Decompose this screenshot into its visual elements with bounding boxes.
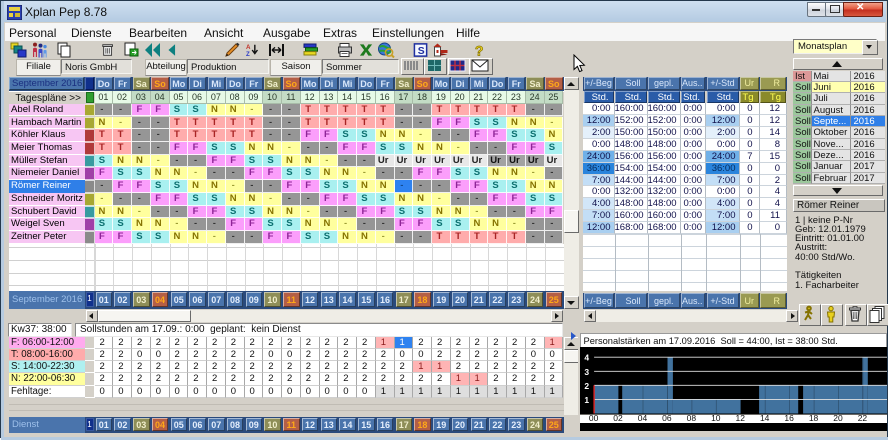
svg-text:2: 2 [584,381,589,391]
svg-text:Z: Z [246,51,250,58]
svg-text:3: 3 [584,367,589,377]
svg-text:S: S [418,46,425,57]
svg-text:4: 4 [584,353,589,363]
svg-text:?: ? [475,43,484,58]
svg-text:A: A [246,44,251,51]
svg-text:1: 1 [584,395,589,405]
